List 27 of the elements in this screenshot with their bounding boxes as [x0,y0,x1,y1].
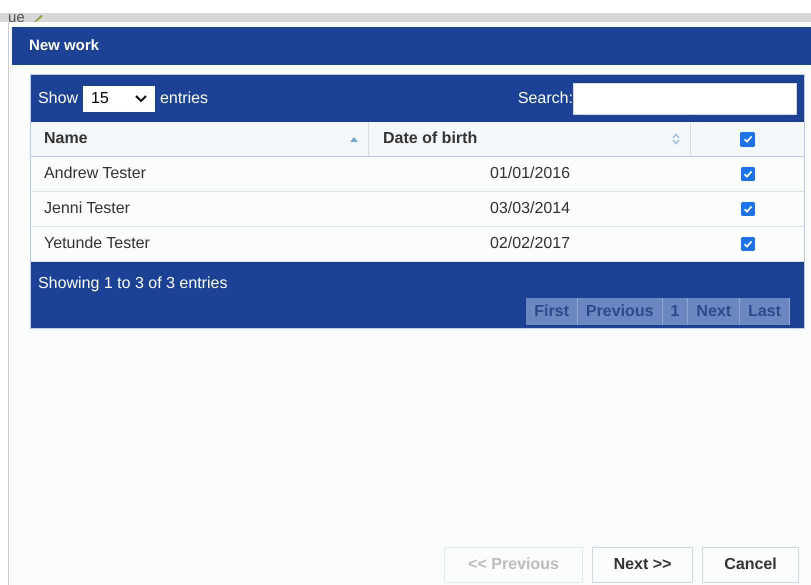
check-icon [742,204,752,214]
chevron-down-icon [135,94,148,102]
table-cell-text: Jenni Tester [43,199,131,219]
checkbox[interactable] [740,202,754,216]
table-cell-text: 01/01/2016 [488,164,572,184]
entries-select[interactable]: 15 [83,86,156,112]
checkbox[interactable] [740,237,754,251]
column-header[interactable]: Name [31,122,369,156]
check-icon [742,239,752,249]
column-header[interactable]: Date of birth [369,122,691,156]
table-cell-text: 02/02/2017 [488,234,572,254]
entries-label: entries [160,88,208,108]
show-label: Show [38,88,78,108]
background-text: ue [8,13,25,22]
dialog-button[interactable]: Cancel [702,547,799,583]
check-icon [742,134,752,144]
search-label: Search: [518,88,573,108]
dialog-button[interactable]: Next >> [592,547,693,583]
table-cell-text: Yetunde Tester [43,234,151,254]
search-field[interactable] [573,82,797,114]
checkbox[interactable] [740,132,755,146]
checkbox[interactable] [740,167,754,181]
table-info: Showing 1 to 3 of 3 entries [38,274,228,294]
check-icon [742,169,752,179]
table-cell-text: 03/03/2014 [488,199,572,219]
dialog-title: New work [29,36,100,56]
table-cell-text: Andrew Tester [43,164,147,184]
